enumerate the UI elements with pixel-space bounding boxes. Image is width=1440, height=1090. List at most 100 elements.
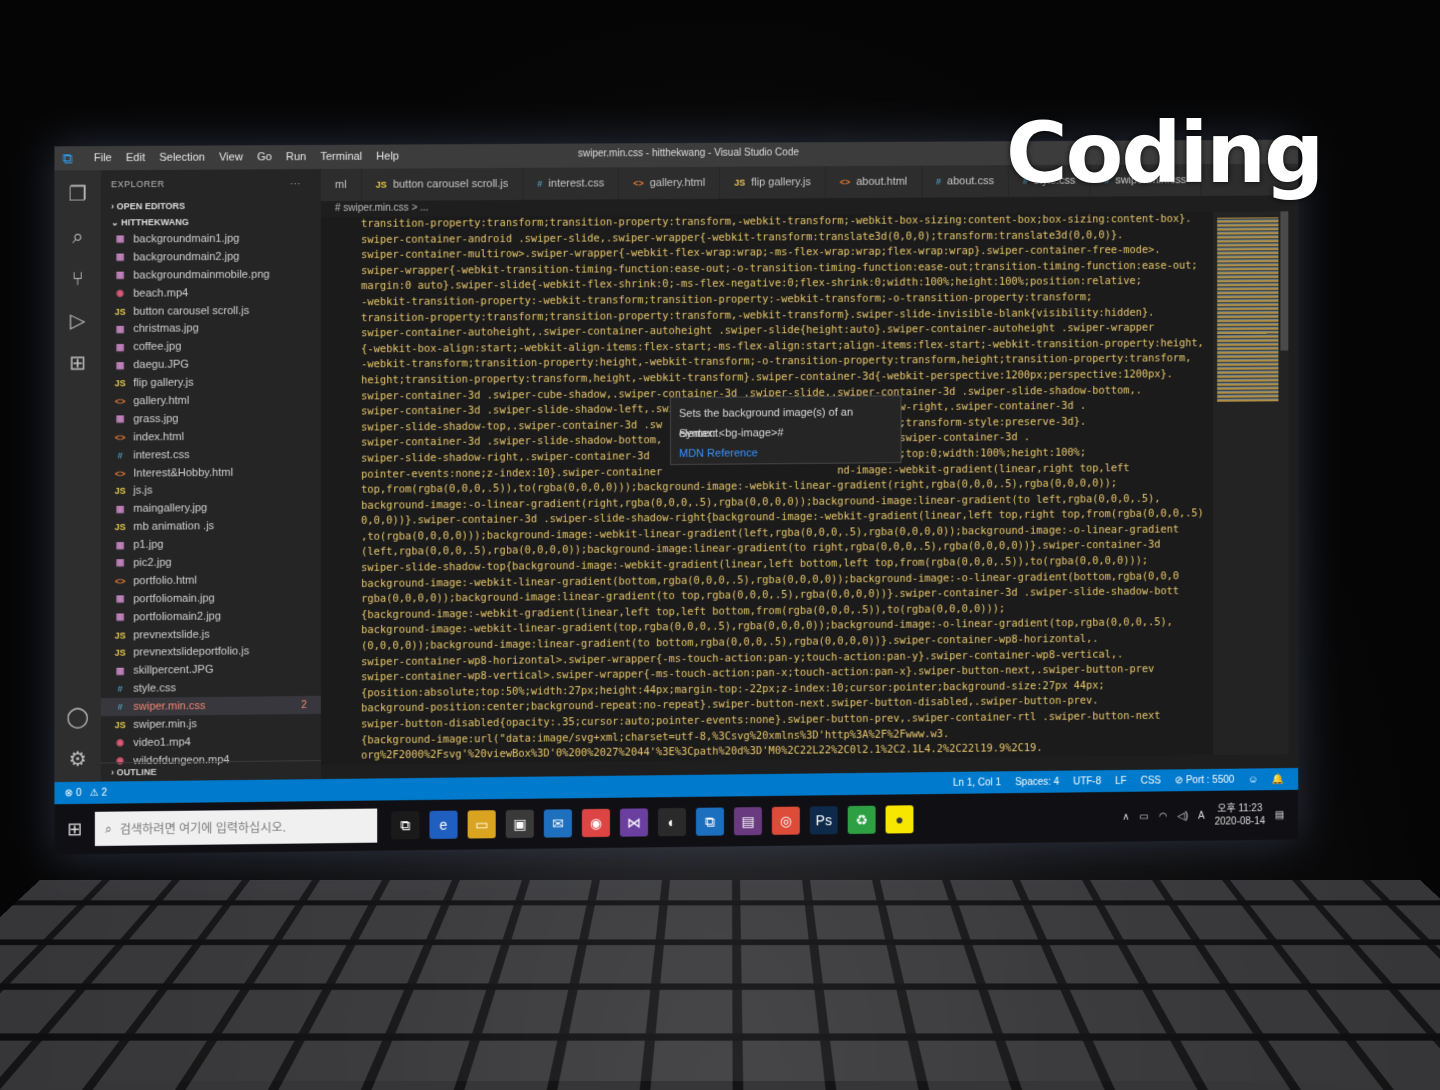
menu-edit[interactable]: Edit	[119, 152, 152, 164]
file-item[interactable]: <> portfolio.html	[101, 570, 321, 590]
file-item[interactable]: ▦ backgroundmain1.jpg	[101, 229, 321, 248]
account-icon[interactable]: ◯	[66, 705, 90, 729]
photoshop-icon[interactable]: Ps	[809, 806, 838, 835]
vscode-taskbar-icon[interactable]: ⧉	[695, 807, 724, 836]
menu-help[interactable]: Help	[369, 150, 406, 163]
menu-run[interactable]: Run	[279, 151, 313, 163]
wifi-icon[interactable]: ◠	[1159, 811, 1168, 822]
explorer-icon[interactable]: ❐	[66, 182, 90, 206]
workspace-folder[interactable]: ⌄ HITTHEKWANG	[101, 213, 321, 230]
file-item[interactable]: ▦ coffee.jpg	[101, 337, 321, 357]
file-item[interactable]: ▦ portfoliomain.jpg	[101, 588, 321, 608]
tab-file-icon: JS	[734, 177, 746, 188]
editor-tab[interactable]: JS flip gallery.js	[720, 166, 826, 199]
file-item[interactable]: JS flip gallery.js	[101, 373, 321, 393]
windows-start-icon[interactable]: ⊞	[54, 804, 94, 855]
editor-tab[interactable]: # interest.css	[523, 167, 620, 200]
file-item[interactable]: # interest.css	[101, 445, 321, 465]
file-name: prevnextslide.js	[133, 628, 210, 642]
volume-icon[interactable]: ◁)	[1177, 811, 1188, 822]
more-actions-icon[interactable]: ···	[290, 178, 301, 188]
open-editors-label: OPEN EDITORS	[116, 200, 186, 212]
file-item[interactable]: ▦ portfoliomain2.jpg	[101, 606, 321, 626]
tray-overflow-icon[interactable]: ∧	[1122, 811, 1129, 822]
file-item[interactable]: JS swiper.min.js	[101, 714, 321, 734]
run-debug-icon[interactable]: ▷	[66, 309, 90, 333]
encoding[interactable]: UTF-8	[1073, 776, 1101, 787]
file-item[interactable]: ◉ beach.mp4	[101, 283, 321, 302]
code-editor[interactable]: transition-property:transform;transition…	[320, 211, 1214, 766]
eclipse-icon[interactable]: ◐	[658, 807, 686, 837]
file-item[interactable]: ▦ p1.jpg	[101, 534, 321, 554]
editor-tab[interactable]: JS button carousel scroll.js	[361, 167, 524, 201]
cursor-position[interactable]: Ln 1, Col 1	[953, 777, 1001, 789]
file-item[interactable]: # style.css	[101, 678, 321, 698]
notifications-icon[interactable]: 🔔	[1272, 774, 1284, 785]
outline-section[interactable]: › OUTLINE	[100, 760, 321, 782]
chrome-icon[interactable]: ◎	[771, 806, 800, 835]
feedback-icon[interactable]: ☺	[1248, 774, 1258, 785]
file-item[interactable]: ▦ backgroundmain2.jpg	[101, 247, 321, 266]
taskbar-search[interactable]: ⌕ 검색하려면 여기에 입력하십시오.	[94, 808, 378, 847]
file-item[interactable]: ▦ backgroundmainmobile.png	[101, 265, 321, 284]
live-server-port[interactable]: ⊘ Port : 5500	[1175, 774, 1234, 786]
app-icon[interactable]: ▤	[733, 807, 762, 836]
editor-tab[interactable]: <> gallery.html	[619, 166, 721, 200]
menu-file[interactable]: File	[87, 152, 119, 164]
minimap[interactable]	[1213, 211, 1289, 755]
editor-tab[interactable]: # about.css	[922, 165, 1009, 198]
file-item[interactable]: JS button carousel scroll.js	[101, 301, 321, 320]
file-item[interactable]: ▦ grass.jpg	[101, 409, 321, 429]
store-icon[interactable]: ▣	[505, 809, 534, 839]
battery-icon[interactable]: ▭	[1139, 811, 1148, 822]
errors-count[interactable]: ⊗ 0	[65, 787, 82, 798]
mail-icon[interactable]: ✉	[543, 809, 572, 838]
file-name: swiper.min.js	[133, 718, 197, 731]
file-item[interactable]: <> index.html	[101, 427, 321, 447]
gear-icon[interactable]: ⚙	[66, 748, 90, 772]
file-name: portfolio.html	[133, 574, 197, 588]
file-item[interactable]: <> Interest&Hobby.html	[101, 463, 321, 483]
file-item[interactable]: # swiper.min.css 2	[100, 695, 321, 717]
file-item[interactable]: ▦ pic2.jpg	[101, 552, 321, 572]
code-content[interactable]: transition-property:transform;transition…	[321, 212, 1213, 765]
menu-terminal[interactable]: Terminal	[313, 151, 369, 163]
powerpoint-icon[interactable]: ◉	[581, 808, 610, 838]
search-icon[interactable]: ⌕	[66, 225, 90, 249]
file-item[interactable]: ▦ skillpercent.JPG	[101, 660, 321, 680]
source-control-icon[interactable]: ⑂	[66, 267, 90, 291]
mdn-reference-link[interactable]: MDN Reference	[679, 442, 893, 464]
file-item[interactable]: JS mb animation .js	[101, 516, 321, 536]
clock[interactable]: 오후 11:23 2020-08-14	[1215, 802, 1266, 828]
file-name: christmas.jpg	[133, 322, 199, 336]
file-item[interactable]: <> gallery.html	[101, 391, 321, 411]
end-of-line[interactable]: LF	[1115, 775, 1127, 786]
menu-selection[interactable]: Selection	[152, 152, 212, 164]
file-item[interactable]: ▦ daegu.JPG	[101, 355, 321, 375]
file-name: portfoliomain2.jpg	[133, 610, 221, 624]
extensions-icon[interactable]: ⊞	[66, 351, 90, 375]
line-icon[interactable]: ♻	[847, 805, 876, 834]
visual-studio-icon[interactable]: ⋈	[619, 808, 648, 837]
editor-tab[interactable]: <> about.html	[825, 165, 923, 199]
menu-view[interactable]: View	[212, 151, 250, 163]
input-language[interactable]: A	[1198, 810, 1205, 821]
open-editors-section[interactable]: › OPEN EDITORS	[101, 197, 321, 214]
file-item[interactable]: ▦ christmas.jpg	[101, 319, 321, 339]
edge-icon[interactable]: e	[429, 810, 458, 840]
file-explorer-icon[interactable]: ▭	[467, 810, 496, 839]
task-view-icon[interactable]: ⧉	[391, 811, 420, 840]
warnings-count[interactable]: ⚠ 2	[90, 787, 108, 798]
file-item[interactable]: JS prevnextslide.js	[101, 624, 321, 644]
file-item[interactable]: JS js.js	[101, 481, 321, 501]
indentation[interactable]: Spaces: 4	[1015, 776, 1059, 787]
menu-go[interactable]: Go	[250, 151, 279, 163]
kakaotalk-icon[interactable]: ●	[885, 805, 914, 834]
editor-scrollbar[interactable]	[1280, 211, 1289, 351]
editor-tab[interactable]: ml	[320, 168, 362, 202]
file-item[interactable]: JS prevnextslideportfolio.js	[101, 642, 321, 662]
language-mode[interactable]: CSS	[1141, 775, 1161, 786]
file-item[interactable]: ▦ maingallery.jpg	[101, 498, 321, 518]
action-center-icon[interactable]: ▤	[1275, 809, 1284, 820]
file-name: js.js	[133, 484, 153, 498]
